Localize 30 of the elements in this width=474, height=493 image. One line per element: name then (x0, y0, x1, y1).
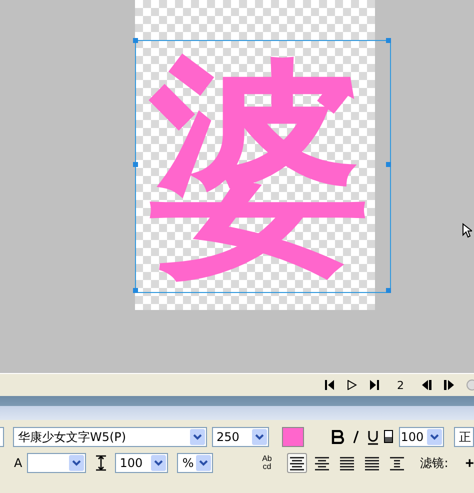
style-dropdown[interactable]: 正 (454, 427, 474, 447)
leading-field[interactable]: 100 (114, 453, 168, 473)
last-frame-icon[interactable] (369, 380, 379, 390)
resize-handle[interactable] (133, 162, 138, 167)
previous-frame-icon[interactable] (422, 380, 432, 390)
resize-handle[interactable] (386, 162, 391, 167)
kerning-label: A (14, 456, 22, 470)
resize-handle[interactable] (386, 288, 391, 293)
frame-number: 2 (396, 378, 405, 392)
font-dropdown[interactable]: 华康少女文字W5(P) (12, 427, 207, 447)
play-icon[interactable] (347, 380, 357, 390)
add-filter-button[interactable]: + (465, 454, 474, 472)
opacity-icon (384, 430, 394, 444)
resize-handle[interactable] (133, 38, 138, 43)
bold-icon[interactable] (331, 430, 346, 444)
resize-handle[interactable] (133, 288, 138, 293)
leading-unit-dropdown[interactable]: % (177, 453, 214, 473)
cursor-icon (462, 223, 472, 238)
filters-label: 滤镜: (420, 454, 448, 472)
kerning-field[interactable] (27, 453, 86, 473)
leading-icon (95, 455, 106, 471)
align-button[interactable] (287, 453, 308, 473)
underline-icon[interactable] (367, 430, 379, 444)
resize-handle[interactable] (386, 38, 391, 43)
font-size-field[interactable]: 250 (212, 427, 269, 447)
first-frame-icon[interactable] (325, 380, 335, 390)
next-frame-icon[interactable] (444, 380, 454, 390)
opacity-field[interactable]: 100 (398, 427, 444, 447)
color-swatch[interactable] (282, 427, 304, 447)
text-orientation-button[interactable]: Ab cd (262, 455, 272, 471)
